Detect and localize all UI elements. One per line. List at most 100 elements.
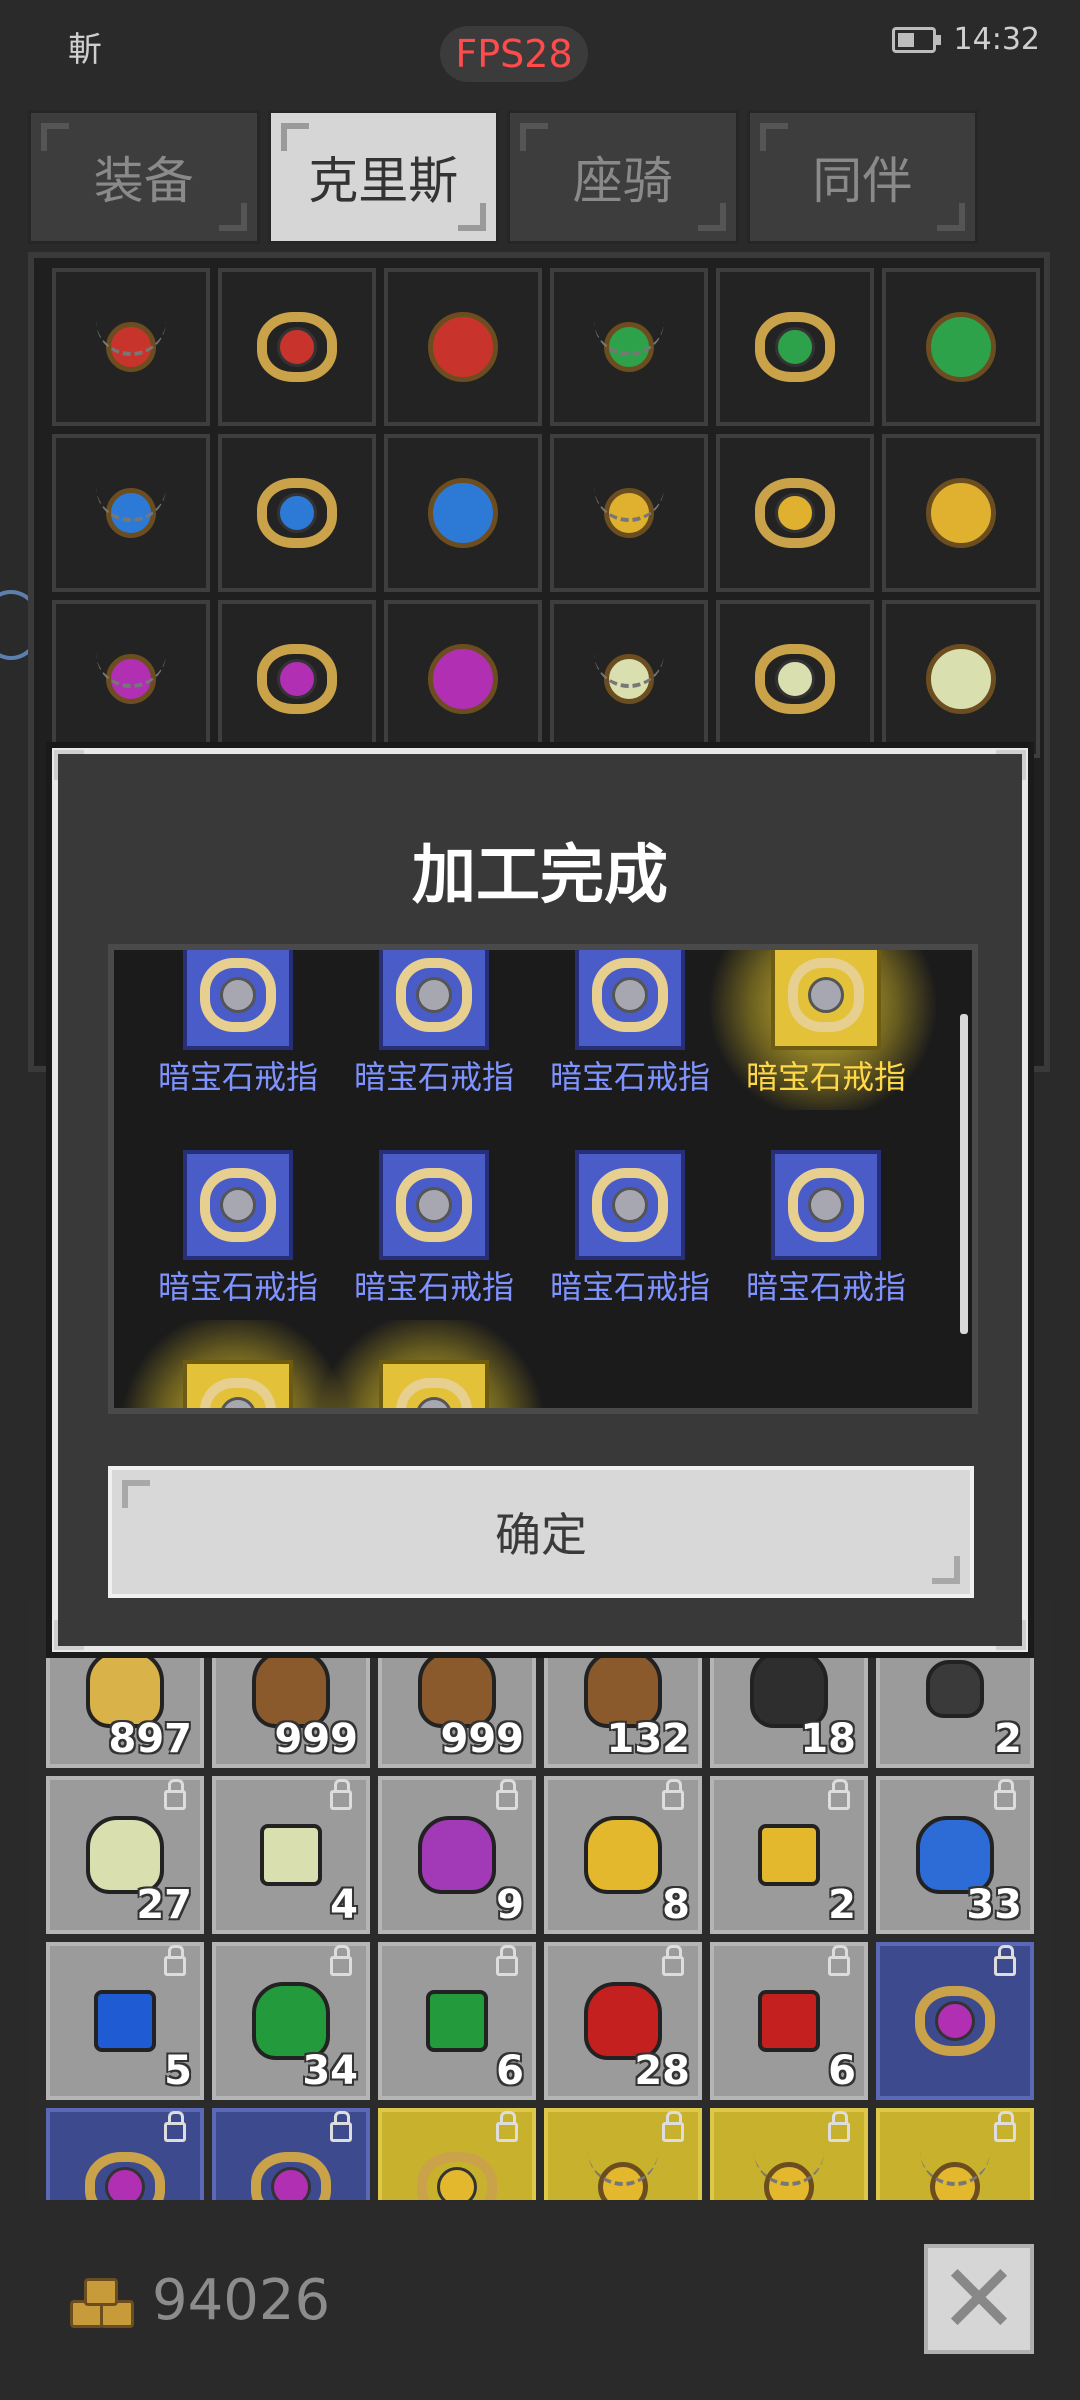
item-count: 18: [800, 1716, 856, 1762]
inventory-slot[interactable]: 6: [378, 1942, 536, 2100]
gem-icon: [260, 1824, 322, 1886]
inventory-slot[interactable]: 2: [710, 1776, 868, 1934]
results-scrollbar[interactable]: [960, 1014, 968, 1334]
result-label: 暗宝石戒指: [745, 1058, 906, 1096]
item-count: 999: [274, 1716, 359, 1762]
lock-icon: [828, 2111, 850, 2142]
status-left-text: 斬: [68, 30, 102, 70]
inventory-slot[interactable]: 6: [710, 1942, 868, 2100]
corner-decoration: [996, 1620, 1026, 1650]
corner-decoration: [41, 123, 69, 151]
ring-icon: [771, 950, 881, 1050]
ring-icon: [379, 950, 489, 1050]
accessory-slot[interactable]: [716, 268, 874, 426]
tab-chris[interactable]: 克里斯: [267, 110, 499, 244]
accessory-slot[interactable]: [384, 600, 542, 758]
close-icon: ✕: [938, 2243, 1020, 2355]
results-list[interactable]: 暗宝石戒指 暗宝石戒指 暗宝石戒指 暗宝石戒指 暗宝石戒指 暗宝石戒指 暗宝石戒…: [108, 944, 978, 1414]
ring-icon: [85, 2152, 165, 2200]
tab-label: 同伴: [812, 152, 913, 210]
gold-amount: 94026: [152, 2268, 331, 2333]
inventory-slot[interactable]: [876, 2108, 1034, 2200]
accessory-slot[interactable]: [384, 268, 542, 426]
accessory-slot[interactable]: [716, 434, 874, 592]
ring-icon: [575, 950, 685, 1050]
lock-icon: [330, 2111, 352, 2142]
accessory-slot[interactable]: [218, 434, 376, 592]
item-count: 6: [496, 2048, 524, 2094]
gold-coins-icon: [70, 2278, 134, 2328]
result-item[interactable]: 暗宝石戒指: [140, 950, 336, 1150]
corner-decoration: [520, 123, 548, 151]
lock-icon: [662, 1779, 684, 1810]
confirm-button[interactable]: 确定: [108, 1466, 974, 1598]
battery-icon: [891, 26, 941, 53]
accessory-slot[interactable]: [52, 434, 210, 592]
status-right: 14:32: [891, 22, 1040, 57]
item-count: 34: [302, 2048, 358, 2094]
gem-icon: [584, 1816, 662, 1894]
inventory-slot[interactable]: 27: [46, 1776, 204, 1934]
accessory-slot[interactable]: [384, 434, 542, 592]
amulet-icon: [428, 312, 498, 382]
accessory-slot[interactable]: [882, 434, 1040, 592]
ring-icon: [755, 478, 835, 548]
inventory-slot[interactable]: 34: [212, 1942, 370, 2100]
ring-icon: [183, 950, 293, 1050]
inventory-panel: 897 999 999 132 18 2 27 4 9 8 2 33 5 34 …: [28, 1600, 1050, 2200]
inventory-slot[interactable]: 8: [544, 1776, 702, 1934]
tab-companion[interactable]: 同伴: [746, 110, 978, 244]
tab-label: 座骑: [572, 152, 673, 210]
fps-counter: FPS28: [440, 26, 588, 82]
corner-decoration: [54, 1620, 84, 1650]
inventory-slot[interactable]: [544, 2108, 702, 2200]
accessory-slot[interactable]: [882, 268, 1040, 426]
inventory-slot[interactable]: 33: [876, 1776, 1034, 1934]
lock-icon: [330, 1945, 352, 1976]
ring-icon: [257, 644, 337, 714]
accessory-slot[interactable]: [550, 434, 708, 592]
inventory-slot[interactable]: 28: [544, 1942, 702, 2100]
item-count: 33: [966, 1882, 1022, 1928]
lock-icon: [164, 2111, 186, 2142]
inventory-slot[interactable]: [876, 1942, 1034, 2100]
gem-icon: [426, 1990, 488, 2052]
result-item-highlighted[interactable]: [306, 1320, 556, 1408]
tab-mount[interactable]: 座骑: [507, 110, 739, 244]
corner-decoration: [280, 123, 309, 151]
inventory-slot[interactable]: 9: [378, 1776, 536, 1934]
inventory-slot[interactable]: [212, 2108, 370, 2200]
accessory-slot[interactable]: [52, 600, 210, 758]
amulet-icon: [428, 478, 498, 548]
corner-decoration: [54, 750, 84, 780]
close-button[interactable]: ✕: [924, 2244, 1034, 2354]
accessory-slot[interactable]: [52, 268, 210, 426]
item-count: 4: [330, 1882, 358, 1928]
status-bar: 斬 FPS28 14:32: [0, 0, 1080, 100]
inventory-slot[interactable]: [46, 2108, 204, 2200]
inventory-slot[interactable]: [710, 2108, 868, 2200]
inventory-slot[interactable]: 4: [212, 1776, 370, 1934]
accessory-grid: [52, 268, 1040, 758]
inventory-slot[interactable]: 5: [46, 1942, 204, 2100]
result-item[interactable]: 暗宝石戒指: [728, 1150, 924, 1360]
corner-decoration: [759, 123, 788, 151]
lock-icon: [662, 2111, 684, 2142]
tab-equipment[interactable]: 装备: [28, 110, 260, 244]
accessory-slot[interactable]: [550, 268, 708, 426]
lock-icon: [828, 1945, 850, 1976]
result-item-highlighted[interactable]: 暗宝石戒指: [698, 950, 948, 1150]
amulet-icon: [926, 644, 996, 714]
accessory-slot[interactable]: [716, 600, 874, 758]
tab-bar: 装备 克里斯 座骑 同伴: [28, 110, 978, 244]
accessory-slot[interactable]: [550, 600, 708, 758]
corner-decoration: [458, 203, 486, 231]
accessory-slot[interactable]: [882, 600, 1040, 758]
inventory-slot[interactable]: [378, 2108, 536, 2200]
result-label: 暗宝石戒指: [549, 1058, 710, 1096]
accessory-slot[interactable]: [218, 600, 376, 758]
result-item[interactable]: 暗宝石戒指: [336, 950, 532, 1150]
accessory-slot[interactable]: [218, 268, 376, 426]
result-item[interactable]: 暗宝石戒指: [532, 1150, 728, 1360]
lock-icon: [662, 1945, 684, 1976]
